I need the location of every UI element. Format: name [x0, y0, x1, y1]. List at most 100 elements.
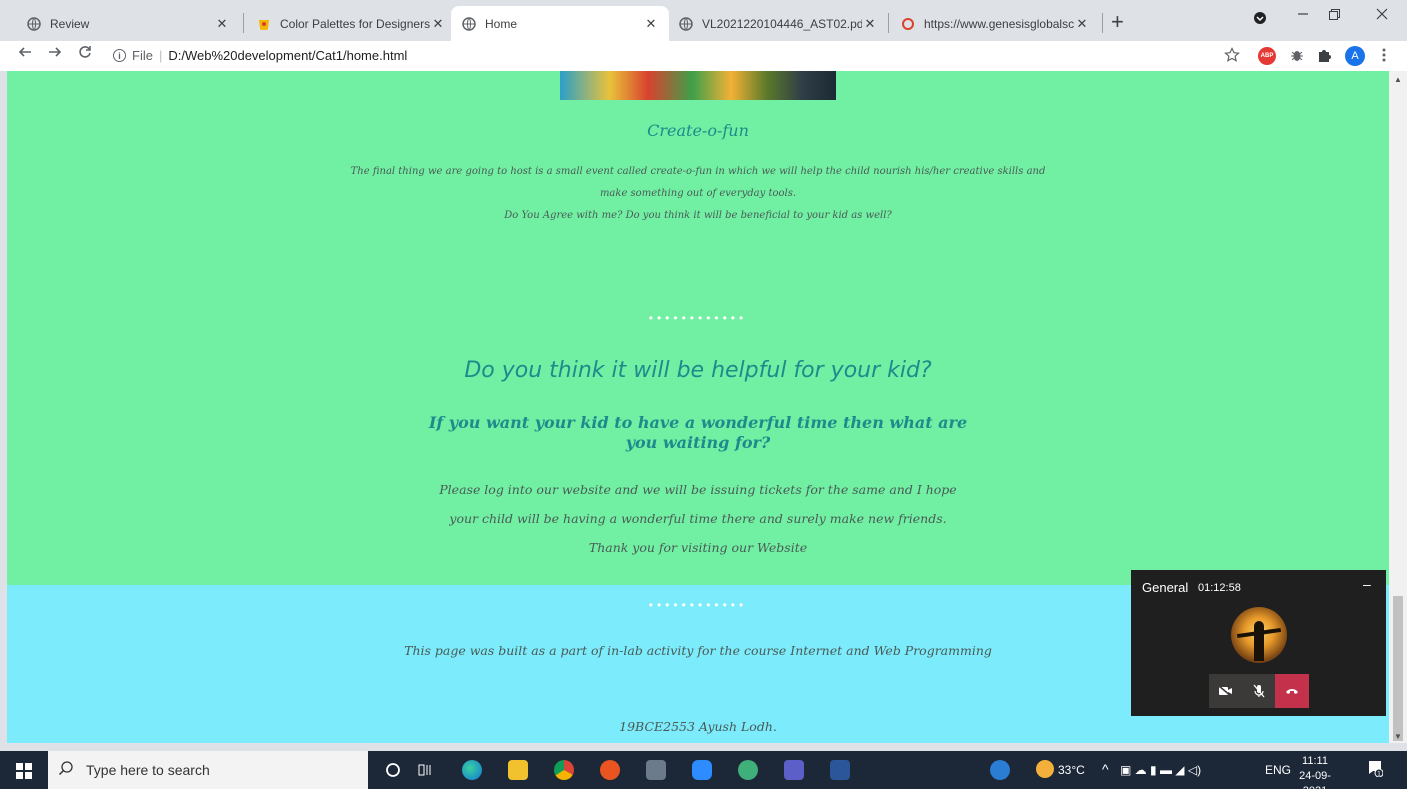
tab-divider: [888, 13, 889, 33]
tab-divider: [243, 13, 244, 33]
weather-temp[interactable]: 33°C: [1058, 763, 1085, 777]
windows-start-icon[interactable]: [16, 763, 32, 779]
mic-muted-button[interactable]: [1242, 674, 1275, 708]
create-line: make something out of everyday tools.: [599, 188, 797, 199]
participant-avatar: [1231, 607, 1287, 663]
call-duration: 01:12:58: [1198, 582, 1241, 594]
login-line: Please log into our website and we will …: [439, 482, 957, 497]
login-line: Thank you for visiting our Website: [588, 540, 808, 555]
tab-close-icon[interactable]: ✕: [214, 16, 230, 32]
zoom-icon[interactable]: [692, 760, 712, 780]
task-view-icon[interactable]: [416, 760, 436, 780]
close-window-icon[interactable]: [1375, 7, 1389, 26]
waiting-heading: If you want your kid to have a wonderful…: [428, 413, 968, 452]
tab-review[interactable]: Review ✕: [16, 6, 240, 41]
vertical-scrollbar[interactable]: ▲ ▼: [1389, 71, 1407, 743]
language-indicator[interactable]: ENG: [1265, 763, 1291, 777]
puzzle-extensions-icon[interactable]: [1316, 47, 1332, 68]
scroll-up-arrow-icon[interactable]: ▲: [1394, 75, 1402, 84]
restore-window-icon[interactable]: [1327, 7, 1341, 26]
word-icon[interactable]: [830, 760, 850, 780]
site-favicon-icon: [900, 16, 916, 32]
phone-hangup-icon: [1286, 689, 1298, 694]
tab-close-icon[interactable]: ✕: [862, 16, 878, 32]
site-info-icon[interactable]: i: [113, 49, 126, 62]
bookmark-star-icon[interactable]: [1224, 47, 1240, 68]
tab-title: VL2021220104446_AST02.pdf: [702, 16, 862, 31]
address-divider: |: [158, 48, 163, 63]
system-clock[interactable]: 11:11 24-09-2021: [1292, 754, 1338, 789]
photos-icon[interactable]: [646, 760, 666, 780]
tab-home[interactable]: Home ✕: [451, 6, 669, 41]
clock-time: 11:11: [1302, 755, 1328, 767]
scroll-down-arrow-icon[interactable]: ▼: [1394, 732, 1402, 741]
minimize-window-icon[interactable]: [1296, 7, 1310, 26]
app-icon[interactable]: [738, 760, 758, 780]
call-controls: [1209, 674, 1309, 708]
tab-title: Color Palettes for Designers and: [280, 16, 430, 31]
teams-call-window[interactable]: General 01:12:58 –: [1131, 570, 1386, 716]
globe-icon: [461, 16, 477, 32]
tab-title: https://www.genesisglobalschool: [924, 16, 1074, 31]
chrome-icon[interactable]: [554, 760, 574, 780]
tab-title: Home: [485, 16, 518, 31]
create-description: The final thing we are going to host is …: [337, 161, 1059, 227]
scrollbar-thumb[interactable]: [1393, 596, 1403, 741]
windows-taskbar: Type here to search 33°C ^ ▣ ☁ ▮ ▬ ◢ ◁) …: [0, 751, 1407, 789]
profile-avatar[interactable]: A: [1345, 46, 1365, 66]
back-arrow-icon[interactable]: [18, 45, 32, 64]
help-icon[interactable]: [990, 760, 1010, 780]
bug-extension-icon[interactable]: [1289, 47, 1305, 68]
file-explorer-icon[interactable]: [508, 760, 528, 780]
edge-icon[interactable]: [462, 760, 482, 780]
tab-search-icon[interactable]: [1253, 11, 1267, 30]
tab-divider: [1102, 13, 1103, 33]
tray-chevron-up-icon[interactable]: ^: [1102, 761, 1109, 777]
mic-muted-icon: [1253, 684, 1264, 698]
url-text: D:/Web%20development/Cat1/home.html: [168, 48, 408, 63]
tab-close-icon[interactable]: ✕: [430, 16, 446, 32]
login-paragraph: Please log into our website and we will …: [407, 475, 989, 562]
globe-icon: [26, 16, 42, 32]
helpful-heading: Do you think it will be helpful for your…: [464, 358, 932, 383]
tab-genesis[interactable]: https://www.genesisglobalschool ✕: [890, 6, 1100, 41]
silhouette: [1254, 621, 1264, 661]
globe-icon: [678, 16, 694, 32]
reload-icon[interactable]: [78, 45, 92, 64]
tab-color-palettes[interactable]: Color Palettes for Designers and ✕: [246, 6, 456, 41]
notification-count: 1: [1377, 771, 1381, 778]
window-bottom-border: [0, 743, 1407, 751]
call-channel-name: General: [1142, 580, 1189, 595]
footer-author: 19BCE2553 Ayush Lodh.: [619, 719, 777, 734]
clock-date: 24-09-2021: [1299, 770, 1331, 789]
create-line: The final thing we are going to host is …: [350, 166, 1046, 177]
hang-up-button[interactable]: [1275, 674, 1309, 708]
weather-icon[interactable]: [1036, 760, 1054, 778]
tray-icons[interactable]: ▣ ☁ ▮ ▬ ◢ ◁): [1120, 763, 1201, 777]
ubuntu-icon[interactable]: [600, 760, 620, 780]
address-bar[interactable]: i File | D:/Web%20development/Cat1/home.…: [113, 48, 407, 63]
browser-toolbar: i File | D:/Web%20development/Cat1/home.…: [0, 41, 1407, 71]
tab-close-icon[interactable]: ✕: [1074, 16, 1090, 32]
teams-icon[interactable]: [784, 760, 804, 780]
cortana-icon[interactable]: [383, 760, 403, 780]
kebab-menu-icon[interactable]: [1381, 47, 1387, 68]
forward-arrow-icon[interactable]: [48, 45, 62, 64]
new-tab-button[interactable]: +: [1111, 11, 1124, 33]
create-line: Do You Agree with me? Do you think it wi…: [504, 210, 892, 221]
search-placeholder: Type here to search: [86, 762, 210, 778]
create-heading: Create-o-fun: [647, 121, 749, 140]
login-line: your child will be having a wonderful ti…: [449, 511, 947, 526]
tab-title: Review: [50, 16, 90, 31]
dots-divider: ••••••••••••: [648, 311, 748, 325]
call-minimize-button[interactable]: –: [1363, 576, 1371, 592]
scheme-label: File: [132, 48, 153, 63]
event-image: [560, 71, 836, 100]
notification-center-icon[interactable]: 1: [1367, 759, 1384, 782]
tab-close-icon[interactable]: ✕: [643, 16, 659, 32]
palette-favicon-icon: [256, 16, 272, 32]
tab-pdf[interactable]: VL2021220104446_AST02.pdf ✕: [668, 6, 888, 41]
taskbar-search-box[interactable]: Type here to search: [48, 751, 368, 789]
camera-off-button[interactable]: [1209, 674, 1242, 708]
adblock-icon[interactable]: ABP: [1258, 47, 1276, 65]
